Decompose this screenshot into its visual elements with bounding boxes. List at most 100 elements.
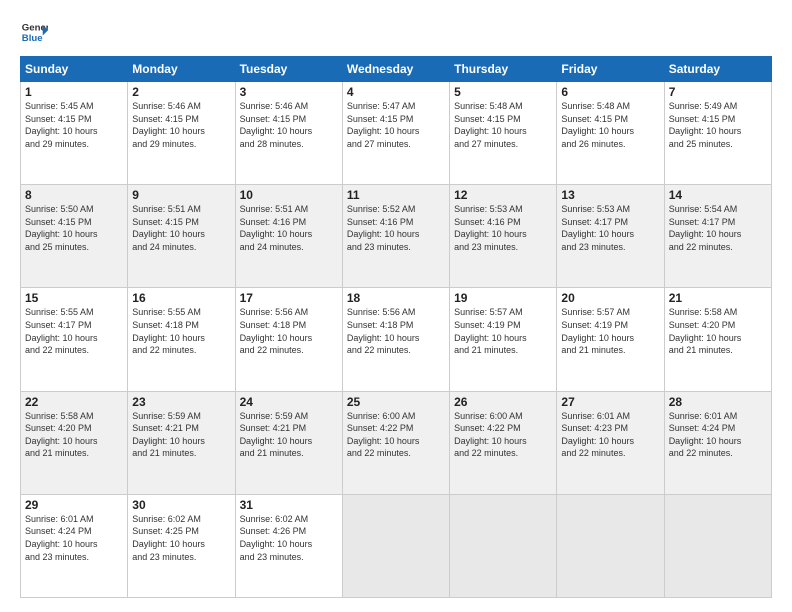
day-info: Sunrise: 5:48 AM Sunset: 4:15 PM Dayligh… (561, 100, 659, 150)
day-number: 6 (561, 85, 659, 99)
calendar-day-cell: 26Sunrise: 6:00 AM Sunset: 4:22 PM Dayli… (450, 391, 557, 494)
day-number: 20 (561, 291, 659, 305)
calendar-day-cell: 5Sunrise: 5:48 AM Sunset: 4:15 PM Daylig… (450, 82, 557, 185)
day-number: 29 (25, 498, 123, 512)
calendar-day-cell: 27Sunrise: 6:01 AM Sunset: 4:23 PM Dayli… (557, 391, 664, 494)
col-header-tuesday: Tuesday (235, 57, 342, 82)
calendar-day-cell: 19Sunrise: 5:57 AM Sunset: 4:19 PM Dayli… (450, 288, 557, 391)
calendar-day-cell: 14Sunrise: 5:54 AM Sunset: 4:17 PM Dayli… (664, 185, 771, 288)
calendar-day-cell (664, 494, 771, 597)
calendar-day-cell: 9Sunrise: 5:51 AM Sunset: 4:15 PM Daylig… (128, 185, 235, 288)
calendar-day-cell: 15Sunrise: 5:55 AM Sunset: 4:17 PM Dayli… (21, 288, 128, 391)
calendar-day-cell: 31Sunrise: 6:02 AM Sunset: 4:26 PM Dayli… (235, 494, 342, 597)
day-number: 18 (347, 291, 445, 305)
logo-icon: General Blue (20, 18, 48, 46)
calendar-day-cell: 2Sunrise: 5:46 AM Sunset: 4:15 PM Daylig… (128, 82, 235, 185)
day-number: 2 (132, 85, 230, 99)
day-number: 8 (25, 188, 123, 202)
day-info: Sunrise: 5:59 AM Sunset: 4:21 PM Dayligh… (240, 410, 338, 460)
calendar-week-row: 8Sunrise: 5:50 AM Sunset: 4:15 PM Daylig… (21, 185, 772, 288)
col-header-wednesday: Wednesday (342, 57, 449, 82)
day-number: 21 (669, 291, 767, 305)
calendar-day-cell: 4Sunrise: 5:47 AM Sunset: 4:15 PM Daylig… (342, 82, 449, 185)
day-number: 7 (669, 85, 767, 99)
calendar-table: SundayMondayTuesdayWednesdayThursdayFrid… (20, 56, 772, 598)
day-info: Sunrise: 6:02 AM Sunset: 4:25 PM Dayligh… (132, 513, 230, 563)
svg-text:Blue: Blue (22, 33, 43, 44)
day-number: 13 (561, 188, 659, 202)
calendar-header-row: SundayMondayTuesdayWednesdayThursdayFrid… (21, 57, 772, 82)
day-number: 1 (25, 85, 123, 99)
calendar-day-cell (450, 494, 557, 597)
day-info: Sunrise: 5:51 AM Sunset: 4:16 PM Dayligh… (240, 203, 338, 253)
calendar-day-cell (342, 494, 449, 597)
day-info: Sunrise: 5:49 AM Sunset: 4:15 PM Dayligh… (669, 100, 767, 150)
day-number: 16 (132, 291, 230, 305)
day-number: 11 (347, 188, 445, 202)
day-info: Sunrise: 5:53 AM Sunset: 4:17 PM Dayligh… (561, 203, 659, 253)
day-number: 25 (347, 395, 445, 409)
calendar-day-cell: 29Sunrise: 6:01 AM Sunset: 4:24 PM Dayli… (21, 494, 128, 597)
day-info: Sunrise: 5:51 AM Sunset: 4:15 PM Dayligh… (132, 203, 230, 253)
calendar-day-cell: 30Sunrise: 6:02 AM Sunset: 4:25 PM Dayli… (128, 494, 235, 597)
calendar-day-cell: 16Sunrise: 5:55 AM Sunset: 4:18 PM Dayli… (128, 288, 235, 391)
calendar-day-cell (557, 494, 664, 597)
calendar-day-cell: 10Sunrise: 5:51 AM Sunset: 4:16 PM Dayli… (235, 185, 342, 288)
day-number: 27 (561, 395, 659, 409)
day-number: 31 (240, 498, 338, 512)
col-header-sunday: Sunday (21, 57, 128, 82)
day-number: 5 (454, 85, 552, 99)
day-number: 23 (132, 395, 230, 409)
calendar-day-cell: 21Sunrise: 5:58 AM Sunset: 4:20 PM Dayli… (664, 288, 771, 391)
col-header-monday: Monday (128, 57, 235, 82)
day-number: 28 (669, 395, 767, 409)
calendar-day-cell: 28Sunrise: 6:01 AM Sunset: 4:24 PM Dayli… (664, 391, 771, 494)
day-info: Sunrise: 5:50 AM Sunset: 4:15 PM Dayligh… (25, 203, 123, 253)
day-info: Sunrise: 5:57 AM Sunset: 4:19 PM Dayligh… (561, 306, 659, 356)
day-info: Sunrise: 5:46 AM Sunset: 4:15 PM Dayligh… (240, 100, 338, 150)
calendar-day-cell: 1Sunrise: 5:45 AM Sunset: 4:15 PM Daylig… (21, 82, 128, 185)
day-info: Sunrise: 6:00 AM Sunset: 4:22 PM Dayligh… (454, 410, 552, 460)
day-number: 14 (669, 188, 767, 202)
header: General Blue (20, 18, 772, 46)
calendar-day-cell: 7Sunrise: 5:49 AM Sunset: 4:15 PM Daylig… (664, 82, 771, 185)
calendar-day-cell: 18Sunrise: 5:56 AM Sunset: 4:18 PM Dayli… (342, 288, 449, 391)
day-info: Sunrise: 5:53 AM Sunset: 4:16 PM Dayligh… (454, 203, 552, 253)
day-info: Sunrise: 6:01 AM Sunset: 4:24 PM Dayligh… (669, 410, 767, 460)
day-number: 17 (240, 291, 338, 305)
day-info: Sunrise: 6:01 AM Sunset: 4:24 PM Dayligh… (25, 513, 123, 563)
day-info: Sunrise: 5:54 AM Sunset: 4:17 PM Dayligh… (669, 203, 767, 253)
day-info: Sunrise: 5:56 AM Sunset: 4:18 PM Dayligh… (240, 306, 338, 356)
calendar-week-row: 1Sunrise: 5:45 AM Sunset: 4:15 PM Daylig… (21, 82, 772, 185)
day-info: Sunrise: 5:58 AM Sunset: 4:20 PM Dayligh… (669, 306, 767, 356)
calendar-day-cell: 22Sunrise: 5:58 AM Sunset: 4:20 PM Dayli… (21, 391, 128, 494)
day-info: Sunrise: 5:52 AM Sunset: 4:16 PM Dayligh… (347, 203, 445, 253)
day-info: Sunrise: 5:46 AM Sunset: 4:15 PM Dayligh… (132, 100, 230, 150)
calendar-day-cell: 20Sunrise: 5:57 AM Sunset: 4:19 PM Dayli… (557, 288, 664, 391)
day-info: Sunrise: 5:56 AM Sunset: 4:18 PM Dayligh… (347, 306, 445, 356)
calendar-day-cell: 11Sunrise: 5:52 AM Sunset: 4:16 PM Dayli… (342, 185, 449, 288)
day-number: 12 (454, 188, 552, 202)
calendar-day-cell: 13Sunrise: 5:53 AM Sunset: 4:17 PM Dayli… (557, 185, 664, 288)
page: General Blue SundayMondayTuesdayWednesda… (0, 0, 792, 612)
day-info: Sunrise: 6:02 AM Sunset: 4:26 PM Dayligh… (240, 513, 338, 563)
day-info: Sunrise: 5:59 AM Sunset: 4:21 PM Dayligh… (132, 410, 230, 460)
day-info: Sunrise: 5:58 AM Sunset: 4:20 PM Dayligh… (25, 410, 123, 460)
day-number: 10 (240, 188, 338, 202)
calendar-day-cell: 12Sunrise: 5:53 AM Sunset: 4:16 PM Dayli… (450, 185, 557, 288)
day-info: Sunrise: 5:48 AM Sunset: 4:15 PM Dayligh… (454, 100, 552, 150)
calendar-week-row: 15Sunrise: 5:55 AM Sunset: 4:17 PM Dayli… (21, 288, 772, 391)
calendar-day-cell: 8Sunrise: 5:50 AM Sunset: 4:15 PM Daylig… (21, 185, 128, 288)
day-number: 24 (240, 395, 338, 409)
col-header-thursday: Thursday (450, 57, 557, 82)
day-number: 9 (132, 188, 230, 202)
calendar-day-cell: 6Sunrise: 5:48 AM Sunset: 4:15 PM Daylig… (557, 82, 664, 185)
col-header-friday: Friday (557, 57, 664, 82)
day-number: 4 (347, 85, 445, 99)
calendar-week-row: 29Sunrise: 6:01 AM Sunset: 4:24 PM Dayli… (21, 494, 772, 597)
col-header-saturday: Saturday (664, 57, 771, 82)
day-info: Sunrise: 6:01 AM Sunset: 4:23 PM Dayligh… (561, 410, 659, 460)
logo: General Blue (20, 18, 48, 46)
day-info: Sunrise: 5:45 AM Sunset: 4:15 PM Dayligh… (25, 100, 123, 150)
day-number: 26 (454, 395, 552, 409)
